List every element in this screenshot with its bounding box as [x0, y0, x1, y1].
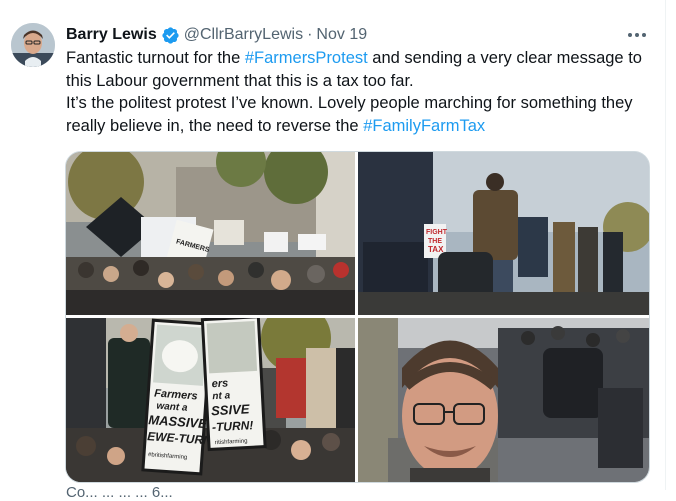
tweet-paragraph-2: It’s the politest protest I’ve known. Lo…	[66, 92, 646, 137]
tweet-paragraph-1: Fantastic turnout for the #FarmersProtes…	[66, 47, 646, 92]
sign-the: THE	[428, 238, 442, 245]
tweet-card[interactable]: Barry Lewis @CllrBarryLewis · Nov 19 Fan…	[0, 0, 666, 501]
ewe-sign-2-line-2: nt a	[212, 390, 231, 402]
ewe-sign-line-2: want a	[156, 401, 188, 414]
ewe-sign-2-line-3: SSIVE	[211, 401, 250, 418]
tweet-text: Fantastic turnout for the #FarmersProtes…	[66, 47, 646, 137]
tweet-text-segment: It’s the politest protest I’ve known. Lo…	[66, 94, 633, 135]
tweet-date[interactable]: Nov 19	[316, 26, 367, 44]
photo-bottom-left[interactable]: Farmers want a MASSIVE EWE-TURN! #britis…	[66, 318, 355, 482]
hashtag-farmersprotest[interactable]: #FarmersProtest	[245, 49, 368, 67]
photo-top-right[interactable]: FIGHT THE TAX	[358, 152, 649, 315]
author-avatar[interactable]	[11, 23, 55, 67]
ewe-sign-2-line-1: ers	[211, 377, 228, 390]
ewe-sign-2-line-4: -TURN!	[212, 418, 254, 434]
below-media-text: Co... ... ... ... 6...	[66, 484, 173, 501]
hashtag-familyfarmtax[interactable]: #FamilyFarmTax	[363, 117, 485, 135]
sign-tax: TAX	[428, 245, 444, 254]
tweet-text-segment: Fantastic turnout for the	[66, 49, 245, 67]
author-handle[interactable]: @CllrBarryLewis	[184, 26, 303, 44]
more-options-icon[interactable]	[626, 25, 648, 45]
verified-badge-icon	[162, 26, 179, 44]
author-name[interactable]: Barry Lewis	[66, 26, 157, 44]
photo-bottom-right[interactable]	[358, 318, 649, 482]
sign-fight: FIGHT	[426, 229, 448, 236]
media-grid: FARMERS FIGHT THE TAX Farmers want a MAS…	[65, 151, 650, 483]
tweet-header: Barry Lewis @CllrBarryLewis · Nov 19	[66, 24, 367, 46]
photo-top-left[interactable]: FARMERS	[66, 152, 355, 315]
separator-dot: ·	[307, 26, 313, 43]
